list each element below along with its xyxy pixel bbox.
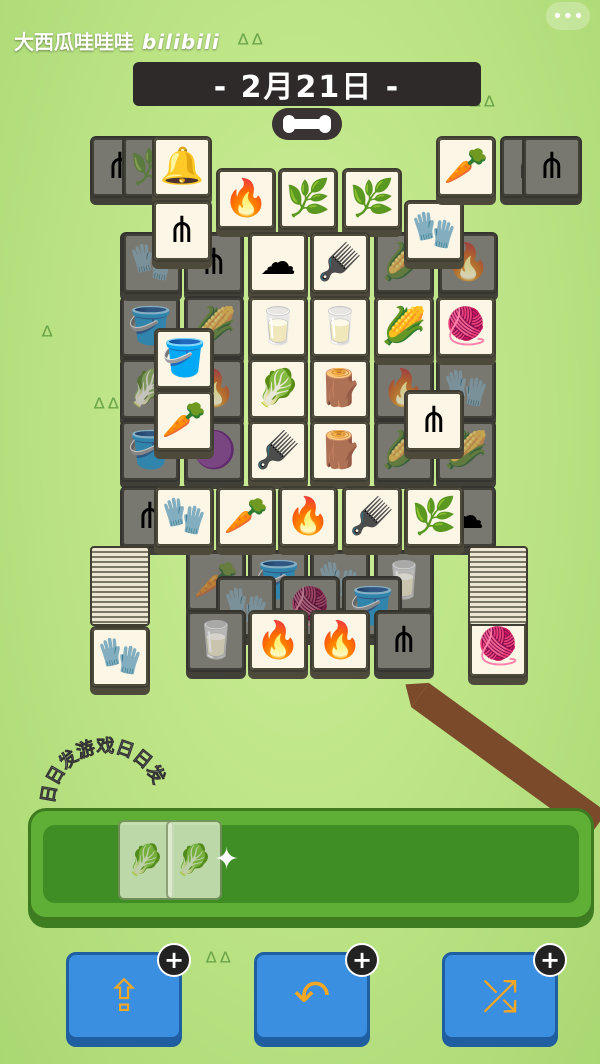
tile-grass[interactable]: 🌿 — [342, 168, 402, 230]
stump-icon: 🪵 — [317, 430, 363, 471]
tile-brush[interactable]: 🪮 — [248, 420, 308, 482]
add-shuffle-icon[interactable]: + — [533, 943, 567, 977]
shuffle-icon: ⤮ — [482, 970, 518, 1022]
tile-campfire[interactable]: 🔥 — [278, 486, 338, 548]
milk-jar-icon: 🥛 — [317, 306, 363, 347]
rake-icon: ⋔ — [536, 146, 568, 187]
tile-grass[interactable]: 🌿 — [404, 486, 464, 548]
tile-milk-jar: 🥛 — [186, 610, 246, 672]
rake-icon: ⋔ — [166, 210, 198, 251]
tile-rake: ⋔ — [374, 610, 434, 672]
grass-icon: 🌿 — [349, 178, 395, 219]
tile-bell[interactable]: 🔔 — [152, 136, 212, 198]
cabbage-icon: 🥬 — [175, 842, 213, 878]
tile-corn[interactable]: 🌽 — [374, 296, 434, 358]
tile-rake[interactable]: ⋔ — [152, 200, 212, 262]
tile-glove[interactable]: 🧤 — [404, 200, 464, 262]
tile-cabbage[interactable]: 🥬 — [248, 358, 308, 420]
tile-campfire[interactable]: 🔥 — [248, 610, 308, 672]
brush-icon: 🪮 — [349, 496, 395, 537]
tile-campfire[interactable]: 🔥 — [216, 168, 276, 230]
svg-text:日日发游戏日日发: 日日发游戏日日发 — [37, 736, 170, 805]
bell-icon: 🔔 — [159, 146, 205, 187]
tile-carrot[interactable]: 🥕 — [436, 136, 496, 198]
tile-rake[interactable]: ⋔ — [404, 390, 464, 452]
grass-decoration-icon: ᐞᐞ — [204, 948, 233, 978]
glove-icon: 🧤 — [411, 210, 457, 251]
carrot-icon: 🥕 — [223, 496, 269, 537]
undo-icon: ↶ — [293, 970, 331, 1022]
grass-decoration-icon: ᐞᐞ — [92, 394, 121, 424]
tile-wool[interactable]: ☁ — [248, 232, 308, 294]
rake-icon: ⋔ — [418, 400, 450, 441]
wool-icon: ☁ — [260, 242, 296, 283]
tile-glove[interactable]: 🧤 — [90, 626, 150, 688]
tile-brush[interactable]: 🪮 — [310, 232, 370, 294]
move-out-button[interactable]: ⇪ + — [66, 943, 191, 1040]
add-move-out-icon[interactable]: + — [157, 943, 191, 977]
left-tile-stack — [90, 546, 150, 626]
campfire-icon: 🔥 — [285, 496, 331, 537]
ellipsis-icon[interactable]: ••• — [546, 2, 590, 30]
campfire-icon: 🔥 — [255, 620, 301, 661]
tile-yarn-ball[interactable]: 🧶 — [436, 296, 496, 358]
bone-icon — [272, 108, 342, 140]
sparkle-icon: ✦ — [214, 842, 240, 877]
tile-brush[interactable]: 🪮 — [342, 486, 402, 548]
tile-tray — [28, 808, 594, 920]
grass-icon: 🌿 — [285, 178, 331, 219]
tile-grass[interactable]: 🌿 — [278, 168, 338, 230]
brush-icon: 🪮 — [255, 430, 301, 471]
grass-decoration-icon: ᐞ — [40, 322, 55, 352]
right-tile-stack — [468, 546, 528, 626]
grass-icon: 🌿 — [411, 496, 457, 537]
campfire-icon: 🔥 — [317, 620, 363, 661]
tile-glove[interactable]: 🧤 — [154, 486, 214, 548]
corn-icon: 🌽 — [381, 306, 427, 347]
cabbage-icon: 🥬 — [255, 368, 301, 409]
yarn-ball-icon: 🧶 — [443, 306, 489, 347]
brush-icon: 🪮 — [317, 242, 363, 283]
tile-stump[interactable]: 🪵 — [310, 420, 370, 482]
cabbage-icon: 🥬 — [127, 842, 165, 878]
tile-milk-jar[interactable]: 🥛 — [248, 296, 308, 358]
carrot-icon: 🥕 — [443, 146, 489, 187]
uploader-name: 大西瓜哇哇哇 — [14, 30, 134, 54]
tile-stump[interactable]: 🪵 — [310, 358, 370, 420]
milk-jar-icon: 🥛 — [193, 620, 239, 661]
grass-decoration-icon: ᐞᐞ — [236, 30, 265, 60]
glove-icon: 🧤 — [161, 496, 207, 537]
add-undo-icon[interactable]: + — [345, 943, 379, 977]
tile-bucket[interactable]: 🪣 — [154, 328, 214, 390]
tile-rake: ⋔ — [522, 136, 582, 198]
rake-icon: ⋔ — [388, 620, 420, 661]
glove-icon: 🧤 — [97, 636, 143, 677]
campfire-icon: 🔥 — [223, 178, 269, 219]
tile-milk-jar[interactable]: 🥛 — [310, 296, 370, 358]
stump-icon: 🪵 — [317, 368, 363, 409]
bilibili-logo: bilibili — [142, 30, 220, 54]
tile-carrot[interactable]: 🥕 — [216, 486, 276, 548]
shuffle-button[interactable]: ⤮ + — [442, 943, 567, 1040]
tile-campfire[interactable]: 🔥 — [310, 610, 370, 672]
date-banner: - 2月21日 - — [133, 62, 481, 106]
watermark-text: 日日发游戏日日发 — [37, 736, 170, 805]
uploader-label: 大西瓜哇哇哇 bilibili — [14, 26, 220, 55]
bucket-icon: 🪣 — [161, 338, 207, 379]
milk-jar-icon: 🥛 — [255, 306, 301, 347]
move-out-icon: ⇪ — [105, 970, 143, 1022]
tile-carrot[interactable]: 🥕 — [154, 390, 214, 452]
yarn-ball-icon: 🧶 — [475, 626, 521, 667]
undo-button[interactable]: ↶ + — [254, 943, 379, 1040]
carrot-icon: 🥕 — [161, 400, 207, 441]
